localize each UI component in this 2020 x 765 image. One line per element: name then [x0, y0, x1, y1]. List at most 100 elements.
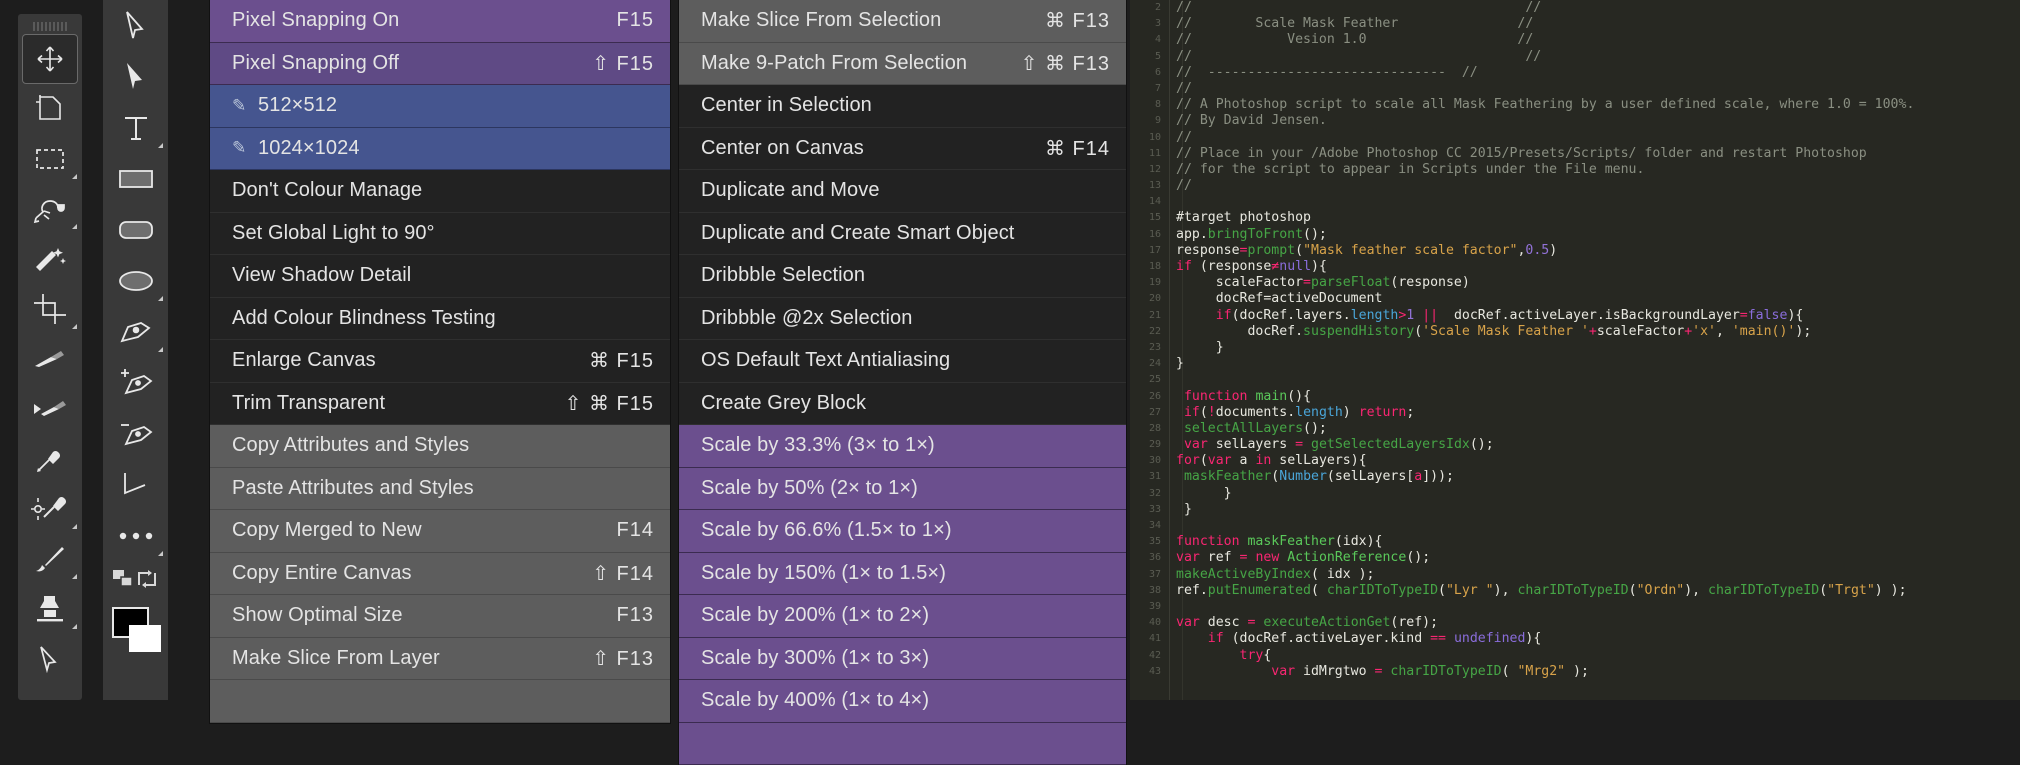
code-line[interactable]: selectAllLayers();	[1176, 421, 2020, 437]
move-tool[interactable]	[22, 34, 78, 84]
code-line[interactable]: var idMrgtwo = charIDToTypeID( "Mrg2" );	[1176, 664, 2020, 680]
menu-item[interactable]: Pixel Snapping OnF15	[210, 0, 670, 43]
panel-drag-handle[interactable]	[18, 14, 82, 34]
code-line[interactable]: // for the script to appear in Scripts u…	[1176, 162, 2020, 178]
code-line[interactable]: //	[1176, 130, 2020, 146]
quick-selection-tool[interactable]	[18, 234, 82, 284]
code-line[interactable]: if (response≠null){	[1176, 259, 2020, 275]
swap-colors-icon[interactable]	[135, 569, 159, 594]
more-tools-ellipsis[interactable]	[103, 510, 168, 561]
code-line[interactable]: docRef=activeDocument	[1176, 291, 2020, 307]
code-line[interactable]: var desc = executeActionGet(ref);	[1176, 615, 2020, 631]
code-line[interactable]: // Scale Mask Feather //	[1176, 16, 2020, 32]
code-line[interactable]	[1176, 599, 2020, 615]
code-line[interactable]: if(docRef.layers.length>1 || docRef.acti…	[1176, 308, 2020, 324]
ellipse-tool[interactable]	[103, 255, 168, 306]
type-tool[interactable]	[103, 102, 168, 153]
code-line[interactable]	[1176, 518, 2020, 534]
code-line[interactable]: }	[1176, 356, 2020, 372]
menu-item[interactable]: View Shadow Detail	[210, 255, 670, 298]
menu-item[interactable]	[210, 680, 670, 723]
code-line[interactable]: ref.putEnumerated( charIDToTypeID("Lyr "…	[1176, 583, 2020, 599]
code-editor[interactable]: 2345678910111213141516171819202122232425…	[1130, 0, 2020, 700]
code-line[interactable]: //	[1176, 81, 2020, 97]
code-line[interactable]: // Vesion 1.0 //	[1176, 32, 2020, 48]
code-line[interactable]: if(!documents.length) return;	[1176, 405, 2020, 421]
direct-selection-arrow-tool[interactable]	[103, 51, 168, 102]
code-line[interactable]: // //	[1176, 0, 2020, 16]
add-anchor-point-tool[interactable]	[103, 357, 168, 408]
menu-item[interactable]: Show Optimal SizeF13	[210, 595, 670, 638]
menu-item[interactable]: Set Global Light to 90°	[210, 213, 670, 256]
code-line[interactable]	[1176, 194, 2020, 210]
menu-item[interactable]: Copy Merged to NewF14	[210, 510, 670, 553]
menu-item[interactable]: Center on Canvas⌘ F14	[679, 128, 1126, 171]
background-color-swatch[interactable]	[129, 625, 161, 652]
code-line[interactable]: // ------------------------------ //	[1176, 65, 2020, 81]
code-line[interactable]: // //	[1176, 49, 2020, 65]
code-line[interactable]: makeActiveByIndex( idx );	[1176, 567, 2020, 583]
code-line[interactable]: }	[1176, 340, 2020, 356]
pen-tool[interactable]	[103, 306, 168, 357]
menu-item[interactable]: Make Slice From Selection⌘ F13	[679, 0, 1126, 43]
code-line[interactable]	[1176, 372, 2020, 388]
slice-select-tool[interactable]	[18, 384, 82, 434]
clone-stamp-tool[interactable]	[18, 584, 82, 634]
code-line[interactable]: docRef.suspendHistory('Scale Mask Feathe…	[1176, 324, 2020, 340]
marquee-tool[interactable]	[18, 134, 82, 184]
menu-item[interactable]: Scale by 33.3% (3× to 1×)	[679, 425, 1126, 468]
convert-point-tool[interactable]	[103, 459, 168, 510]
eyedropper-tool[interactable]	[18, 434, 82, 484]
menu-item[interactable]: Scale by 50% (2× to 1×)	[679, 468, 1126, 511]
code-line[interactable]: var ref = new ActionReference();	[1176, 550, 2020, 566]
delete-anchor-point-tool[interactable]	[103, 408, 168, 459]
code-line[interactable]: #target photoshop	[1176, 210, 2020, 226]
menu-item[interactable]: Copy Entire Canvas⇧ F14	[210, 553, 670, 596]
menu-item[interactable]: Make 9-Patch From Selection⇧ ⌘ F13	[679, 43, 1126, 86]
code-line[interactable]: // Place in your /Adobe Photoshop CC 201…	[1176, 146, 2020, 162]
menu-item[interactable]: OS Default Text Antialiasing	[679, 340, 1126, 383]
code-line[interactable]: }	[1176, 502, 2020, 518]
code-line[interactable]: function maskFeather(idx){	[1176, 534, 2020, 550]
menu-item[interactable]: Make Slice From Layer⇧ F13	[210, 638, 670, 681]
menu-item[interactable]: Copy Attributes and Styles	[210, 425, 670, 468]
menu-item[interactable]: Paste Attributes and Styles	[210, 468, 670, 511]
menu-item[interactable]: Enlarge Canvas⌘ F15	[210, 340, 670, 383]
code-line[interactable]: // By David Jensen.	[1176, 113, 2020, 129]
path-selection-tool[interactable]	[18, 634, 82, 684]
rectangle-tool[interactable]	[103, 153, 168, 204]
menu-item[interactable]: Pixel Snapping Off⇧ F15	[210, 43, 670, 86]
menu-item[interactable]: Don't Colour Manage	[210, 170, 670, 213]
menu-item[interactable]: Duplicate and Create Smart Object	[679, 213, 1126, 256]
code-content[interactable]: // //// Scale Mask Feather //// Vesion 1…	[1176, 0, 2020, 700]
rounded-rectangle-tool[interactable]	[103, 204, 168, 255]
default-colors-icon[interactable]	[112, 569, 134, 594]
slice-tool[interactable]	[18, 334, 82, 384]
menu-item[interactable]: ✎1024×1024	[210, 128, 670, 171]
menu-item[interactable]: Dribbble @2x Selection	[679, 298, 1126, 341]
code-line[interactable]: maskFeather(Number(selLayers[a]));	[1176, 469, 2020, 485]
menu-item[interactable]: Scale by 66.6% (1.5× to 1×)	[679, 510, 1126, 553]
menu-item[interactable]: Duplicate and Move	[679, 170, 1126, 213]
menu-item[interactable]: Scale by 300% (1× to 3×)	[679, 638, 1126, 681]
code-line[interactable]: // A Photoshop script to scale all Mask …	[1176, 97, 2020, 113]
code-line[interactable]: response=prompt("Mask feather scale fact…	[1176, 243, 2020, 259]
path-selection-arrow-tool[interactable]	[103, 0, 168, 51]
crop-tool[interactable]	[18, 284, 82, 334]
menu-item[interactable]: Trim Transparent⇧ ⌘ F15	[210, 383, 670, 426]
lasso-tool[interactable]	[18, 184, 82, 234]
color-sampler-tool[interactable]	[18, 484, 82, 534]
menu-item[interactable]: ✎512×512	[210, 85, 670, 128]
brush-tool[interactable]	[18, 534, 82, 584]
code-line[interactable]: //	[1176, 178, 2020, 194]
code-line[interactable]: function main(){	[1176, 389, 2020, 405]
menu-item[interactable]: Scale by 400% (1× to 4×)	[679, 680, 1126, 723]
menu-item[interactable]: Add Colour Blindness Testing	[210, 298, 670, 341]
artboard-tool[interactable]	[18, 84, 82, 134]
menu-item[interactable]	[679, 723, 1126, 765]
menu-item[interactable]: Dribbble Selection	[679, 255, 1126, 298]
menu-item[interactable]: Scale by 200% (1× to 2×)	[679, 595, 1126, 638]
menu-item[interactable]: Center in Selection	[679, 85, 1126, 128]
code-line[interactable]: }	[1176, 486, 2020, 502]
code-line[interactable]: var selLayers = getSelectedLayersIdx();	[1176, 437, 2020, 453]
